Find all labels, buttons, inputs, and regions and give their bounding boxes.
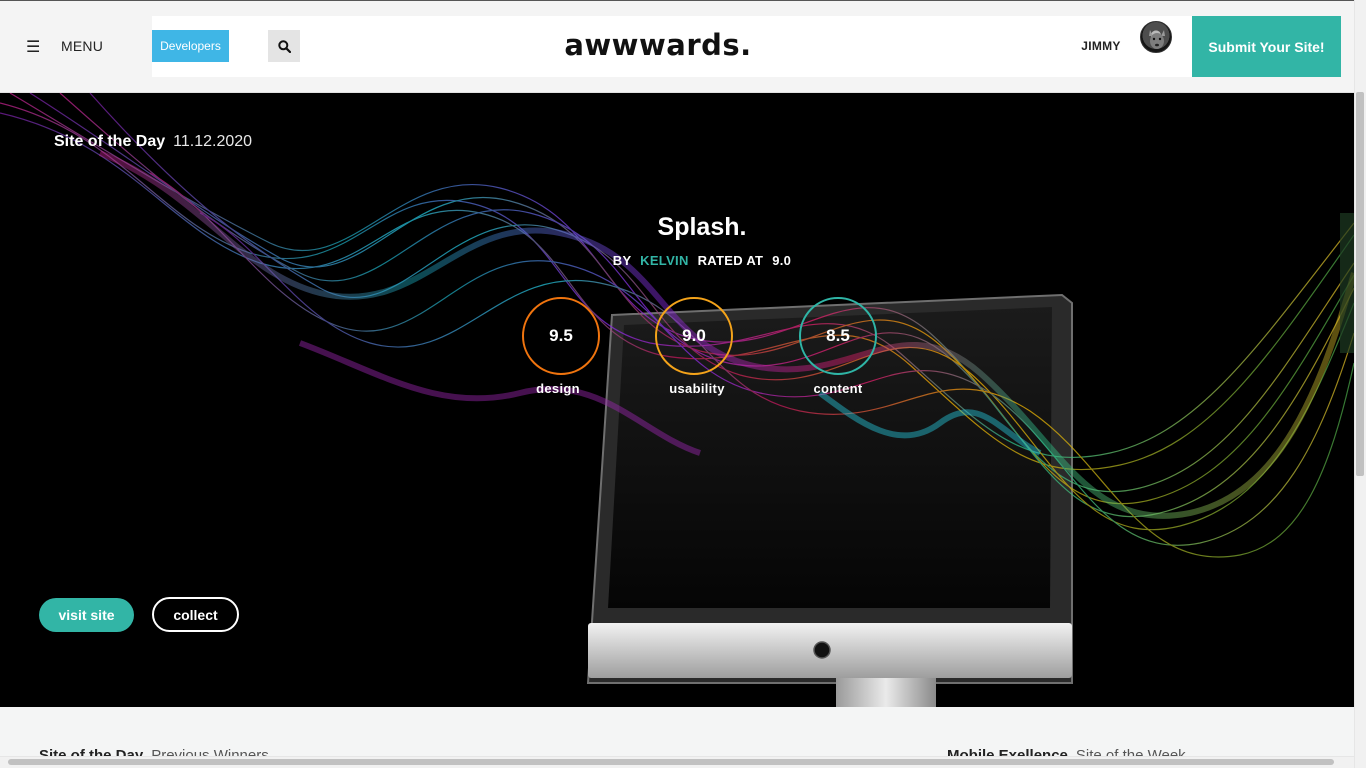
score-label: content	[813, 381, 863, 396]
score-ring: 8.5	[799, 297, 877, 375]
collect-button[interactable]: collect	[152, 597, 239, 632]
visit-site-button[interactable]: visit site	[39, 598, 134, 632]
rating-value: 9.0	[772, 253, 792, 268]
score-usability: 9.0 usability	[654, 297, 734, 396]
badge-date: 11.12.2020	[173, 133, 253, 150]
site-title[interactable]: Splash.	[560, 213, 844, 242]
author-link[interactable]: KELVIN	[640, 253, 689, 268]
score-content: 8.5 content	[798, 297, 878, 396]
score-label: design	[536, 381, 580, 396]
badge-label: Site of the Day	[54, 133, 166, 150]
rated-label: RATED AT	[697, 253, 764, 268]
site-logo[interactable]: awwwards.	[560, 28, 756, 68]
vertical-scrollbar-thumb[interactable]	[1356, 92, 1364, 476]
developers-button[interactable]: Developers	[152, 30, 229, 62]
search-icon	[277, 39, 291, 53]
search-button[interactable]	[268, 30, 300, 62]
right-edge-panel	[1340, 213, 1354, 353]
site-header: ☰ MENU Developers awwwards. JIMMY Submit…	[0, 0, 1366, 93]
score-ring: 9.5	[522, 297, 600, 375]
score-design: 9.5 design	[521, 297, 601, 396]
site-of-the-day-hero: Site of the Day 11.12.2020 Splash. BY KE…	[0, 93, 1354, 707]
monitor-stand	[836, 678, 936, 707]
score-ring: 9.0	[655, 297, 733, 375]
submit-site-button[interactable]: Submit Your Site!	[1192, 16, 1341, 77]
menu-label: MENU	[61, 38, 104, 54]
by-label: BY	[612, 253, 632, 268]
page: ☰ MENU Developers awwwards. JIMMY Submit…	[0, 0, 1366, 768]
monitor-camera	[813, 641, 831, 659]
hamburger-icon: ☰	[26, 36, 41, 56]
user-name[interactable]: JIMMY	[1066, 39, 1136, 53]
horizontal-scrollbar-thumb[interactable]	[8, 759, 1334, 765]
byline: BY KELVIN RATED AT 9.0	[560, 253, 844, 268]
top-border	[0, 0, 1366, 1]
menu-button[interactable]: ☰ MENU	[26, 36, 104, 56]
site-of-the-day-badge: Site of the Day 11.12.2020	[54, 133, 252, 153]
avatar[interactable]	[1140, 21, 1172, 53]
score-label: usability	[669, 381, 725, 396]
